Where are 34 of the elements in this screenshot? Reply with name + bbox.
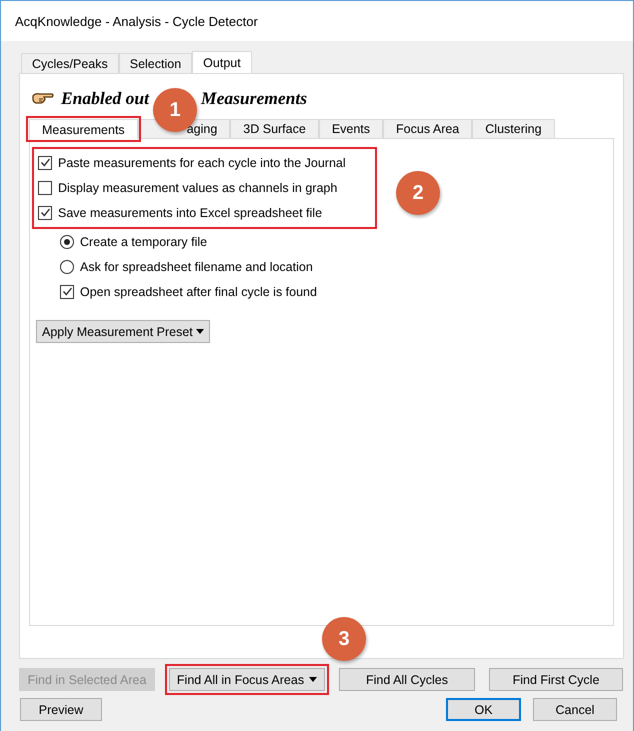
pointing-hand-icon <box>31 90 55 106</box>
radio-button[interactable] <box>60 260 74 274</box>
heading-text: Enabled out <box>61 88 150 108</box>
dialog-button[interactable]: Cancel <box>533 698 617 721</box>
checkbox[interactable] <box>38 206 52 220</box>
option-label: Save measurements into Excel spreadsheet file <box>58 206 322 220</box>
window-title: AcqKnowledge - Analysis - Cycle Detector <box>15 14 258 28</box>
checkbox[interactable] <box>38 156 52 170</box>
caret-icon <box>196 329 204 334</box>
tab[interactable]: Focus Area <box>383 119 472 138</box>
callout-badge: 3 <box>322 617 366 661</box>
tab[interactable]: Output <box>192 51 252 74</box>
tab[interactable]: Events <box>318 119 384 138</box>
option-label: Create a temporary file <box>80 234 208 248</box>
option-label: Paste measurements for each cycle into the Journal <box>58 156 346 170</box>
preset-dropdown-button[interactable]: Apply Measurement Preset <box>36 320 210 343</box>
find-button[interactable]: Find All in Focus Areas <box>169 668 325 691</box>
tab[interactable]: Cycles/Peaks <box>21 53 119 73</box>
radio-button[interactable] <box>60 234 74 248</box>
checkbox[interactable] <box>60 284 74 298</box>
option-label: Open spreadsheet after final cycle is found <box>80 284 317 298</box>
option-label: Display measurement values as channels in graph <box>58 180 338 194</box>
callout-badge: 2 <box>396 171 440 215</box>
tab[interactable]: Selection <box>118 53 192 73</box>
tab[interactable]: Measurements <box>29 119 138 139</box>
find-button[interactable]: Find First Cycle <box>489 668 623 691</box>
option-label: Ask for spreadsheet filename and location <box>80 260 313 274</box>
dialog-button[interactable]: OK <box>446 698 521 721</box>
dialog-button[interactable]: Preview <box>20 698 102 721</box>
tab[interactable]: 3D Surface <box>230 119 319 138</box>
checkbox[interactable] <box>38 180 52 194</box>
find-button[interactable]: Find All Cycles <box>339 668 475 691</box>
tab[interactable]: Clustering <box>472 119 555 138</box>
heading-text: Measurements <box>201 88 307 108</box>
